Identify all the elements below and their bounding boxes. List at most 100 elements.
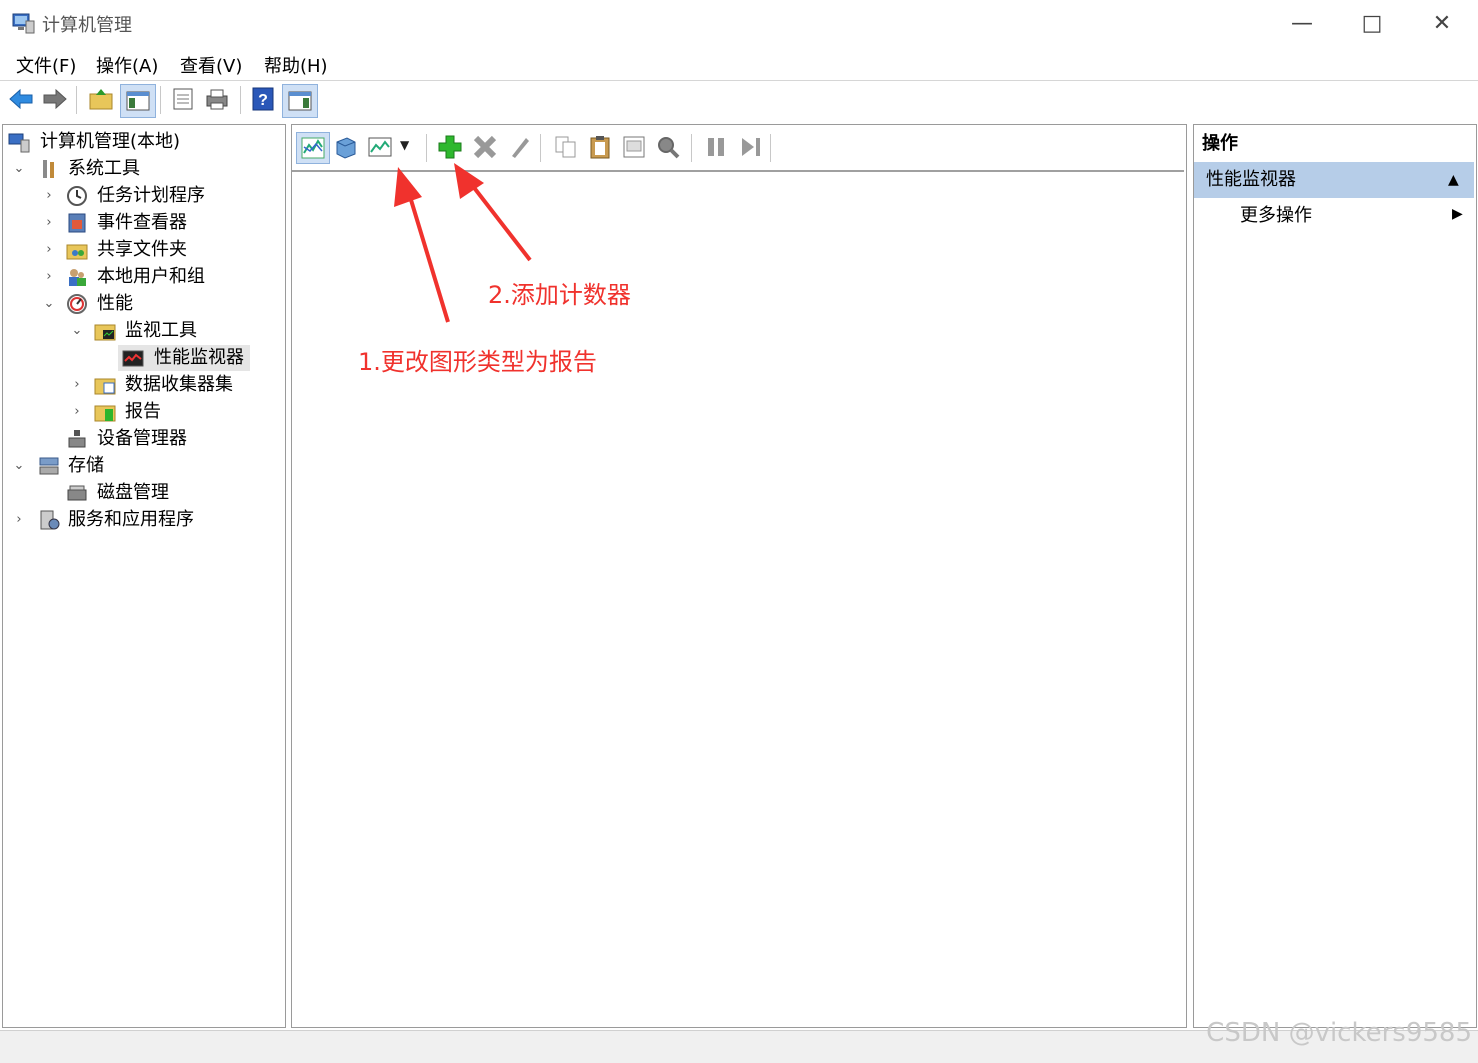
view-log-data-icon[interactable] <box>333 134 359 160</box>
chevron-right-icon[interactable]: › <box>42 210 56 236</box>
chevron-right-icon[interactable]: › <box>70 372 84 398</box>
maximize-button[interactable]: □ <box>1344 6 1400 42</box>
toolbar-separator <box>160 86 161 114</box>
actions-pane <box>1193 124 1477 1028</box>
tree-item-services-apps[interactable]: › 服务和应用程序 <box>8 507 278 533</box>
watermark: CSDN @vickers9585 <box>1206 1018 1472 1048</box>
properties-icon[interactable] <box>621 134 647 160</box>
menu-action[interactable]: 操作(A) <box>96 52 158 78</box>
tree-item-shared-folders[interactable]: › 共享文件夹 <box>8 237 278 263</box>
actions-header: 操作 <box>1194 128 1474 160</box>
folder-monitor-icon <box>94 324 116 341</box>
tree-item-event-viewer[interactable]: › 事件查看器 <box>8 210 278 236</box>
tree-label: 服务和应用程序 <box>68 509 194 530</box>
tree-item-task-scheduler[interactable]: › 任务计划程序 <box>8 183 278 209</box>
tree-item-perf-monitor[interactable]: 性能监视器 <box>118 345 250 371</box>
services-icon <box>40 510 60 530</box>
event-viewer-icon <box>68 213 86 233</box>
back-arrow-icon[interactable] <box>8 86 34 112</box>
menu-help[interactable]: 帮助(H) <box>264 52 328 78</box>
tree-label: 性能监视器 <box>154 347 244 368</box>
toolbar-separator <box>240 86 241 114</box>
line-chart-icon <box>301 137 325 159</box>
toolbar-separator <box>691 134 692 162</box>
shared-folder-icon <box>66 244 88 260</box>
tree-item-reports[interactable]: › 报告 <box>8 399 278 425</box>
chevron-down-icon[interactable]: ⌄ <box>12 156 26 182</box>
chevron-down-icon[interactable]: ⌄ <box>12 453 26 479</box>
chevron-right-icon[interactable]: › <box>42 183 56 209</box>
tree-label: 设备管理器 <box>97 428 187 449</box>
tree-label: 事件查看器 <box>97 212 187 233</box>
performance-gauge-icon <box>67 294 87 314</box>
chevron-right-icon[interactable]: › <box>70 399 84 425</box>
disk-icon <box>67 485 87 501</box>
storage-icon <box>39 457 59 475</box>
freeze-display-icon[interactable] <box>703 134 729 160</box>
view-current-activity-button[interactable] <box>296 132 330 164</box>
tree-item-performance[interactable]: ⌄ 性能 <box>8 291 278 317</box>
tree-item-device-manager[interactable]: 设备管理器 <box>8 426 278 452</box>
tree-label: 报告 <box>125 401 161 422</box>
up-folder-icon[interactable] <box>88 86 114 112</box>
tree-label: 本地用户和组 <box>97 266 205 287</box>
chevron-right-icon[interactable]: › <box>42 264 56 290</box>
show-hide-tree-button[interactable] <box>120 84 156 118</box>
tree-label: 共享文件夹 <box>97 239 187 260</box>
tree-label: 任务计划程序 <box>97 185 205 206</box>
actions-section-label: 性能监视器 <box>1206 169 1296 190</box>
tree-label: 计算机管理(本地) <box>40 131 181 152</box>
show-hide-action-pane-button[interactable] <box>282 84 318 118</box>
chevron-right-icon[interactable]: › <box>12 507 26 533</box>
properties-icon[interactable] <box>170 86 196 112</box>
toolbar-separator <box>770 134 771 162</box>
update-data-icon[interactable] <box>738 134 764 160</box>
help-icon[interactable]: ? <box>250 86 276 112</box>
svg-text:?: ? <box>258 92 268 109</box>
actions-header-label: 操作 <box>1202 133 1238 154</box>
close-button[interactable]: ✕ <box>1414 6 1470 42</box>
print-icon[interactable] <box>204 86 230 112</box>
tree-label: 数据收集器集 <box>125 374 233 395</box>
title-bar <box>0 0 1478 46</box>
tree-label: 监视工具 <box>125 320 197 341</box>
tree-item-root[interactable]: 计算机管理(本地) <box>8 129 278 155</box>
forward-arrow-icon[interactable] <box>42 86 68 112</box>
action-pane-icon <box>288 91 312 111</box>
computer-management-icon <box>8 133 30 153</box>
collapse-up-icon[interactable]: ▲ <box>1448 162 1459 198</box>
graph-type-dropdown-arrow-icon[interactable]: ▼ <box>400 138 409 152</box>
tree-label: 磁盘管理 <box>97 482 169 503</box>
performance-monitor-icon <box>122 350 144 367</box>
minimize-button[interactable]: — <box>1274 6 1330 42</box>
chevron-down-icon[interactable]: ⌄ <box>70 318 84 344</box>
computer-management-icon <box>12 13 35 34</box>
annotation-step1: 1.更改图形类型为报告 <box>358 348 597 376</box>
menu-view[interactable]: 查看(V) <box>180 52 242 78</box>
tree-label: 系统工具 <box>68 158 140 179</box>
users-icon <box>69 269 86 286</box>
device-manager-icon <box>68 430 86 448</box>
report-icon <box>94 405 116 422</box>
annotation-step2: 2.添加计数器 <box>488 281 631 309</box>
tree-item-data-collector-sets[interactable]: › 数据收集器集 <box>8 372 278 398</box>
tree-item-system-tools[interactable]: ⌄ 系统工具 <box>8 156 278 182</box>
tree-item-local-users[interactable]: › 本地用户和组 <box>8 264 278 290</box>
more-actions-label: 更多操作 <box>1240 205 1312 226</box>
tree-label: 存储 <box>68 455 104 476</box>
zoom-icon[interactable] <box>655 134 681 160</box>
submenu-arrow-icon[interactable]: ▶ <box>1452 206 1463 222</box>
actions-section-performance-monitor[interactable]: 性能监视器 ▲ <box>1194 162 1474 198</box>
tree-item-monitor-tools[interactable]: ⌄ 监视工具 <box>8 318 278 344</box>
menu-file[interactable]: 文件(F) <box>16 52 76 78</box>
tools-icon <box>43 160 54 178</box>
tree-label: 性能 <box>97 293 133 314</box>
chevron-down-icon[interactable]: ⌄ <box>42 291 56 317</box>
chevron-right-icon[interactable]: › <box>42 237 56 263</box>
console-tree-icon <box>126 91 150 111</box>
paste-counter-list-icon[interactable] <box>587 134 613 160</box>
window-title: 计算机管理 <box>42 15 132 36</box>
tree-item-disk-management[interactable]: 磁盘管理 <box>8 480 278 506</box>
tree-item-storage[interactable]: ⌄ 存储 <box>8 453 278 479</box>
more-actions-item[interactable]: 更多操作 <box>1240 202 1312 230</box>
